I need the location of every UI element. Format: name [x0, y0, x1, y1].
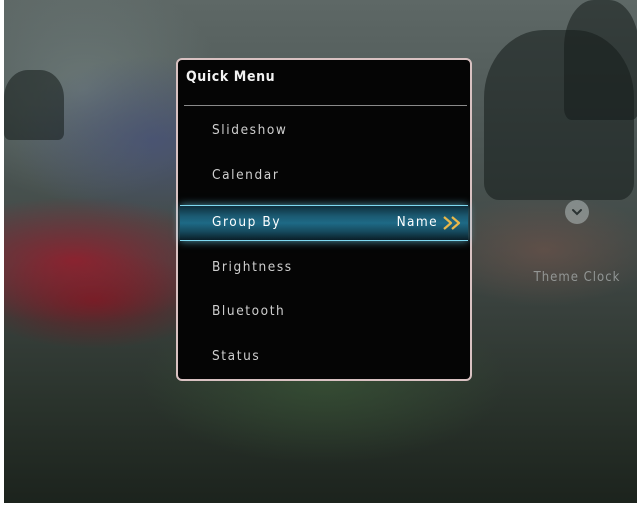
menu-item-label: Status [212, 348, 261, 364]
theme-clock-widget: Theme Clock [522, 200, 632, 285]
menu-item-brightness[interactable]: Brightness [180, 251, 468, 285]
menu-item-bluetooth[interactable]: Bluetooth [180, 295, 468, 329]
background-tree-left [4, 70, 64, 140]
menu-divider [184, 105, 467, 106]
chevron-down-icon [565, 200, 589, 224]
menu-item-value: Name [396, 214, 438, 230]
menu-item-slideshow[interactable]: Slideshow [180, 114, 468, 148]
menu-item-status[interactable]: Status [180, 340, 468, 374]
menu-item-label: Calendar [212, 167, 280, 183]
quick-menu: Quick Menu Slideshow Calendar Group By N… [176, 58, 472, 381]
double-chevron-right-icon [443, 216, 461, 230]
menu-item-label: Brightness [212, 259, 293, 275]
menu-item-group-by[interactable]: Group By Name [180, 205, 468, 241]
menu-item-label: Bluetooth [212, 303, 286, 319]
menu-item-label: Slideshow [212, 122, 288, 138]
menu-item-calendar[interactable]: Calendar [180, 159, 468, 193]
menu-item-label: Group By [212, 214, 282, 230]
theme-clock-label: Theme Clock [533, 270, 621, 285]
background-tree-far-right [564, 0, 637, 120]
screen: Theme Clock Quick Menu Slideshow Calenda… [4, 0, 637, 503]
menu-title: Quick Menu [186, 69, 276, 85]
